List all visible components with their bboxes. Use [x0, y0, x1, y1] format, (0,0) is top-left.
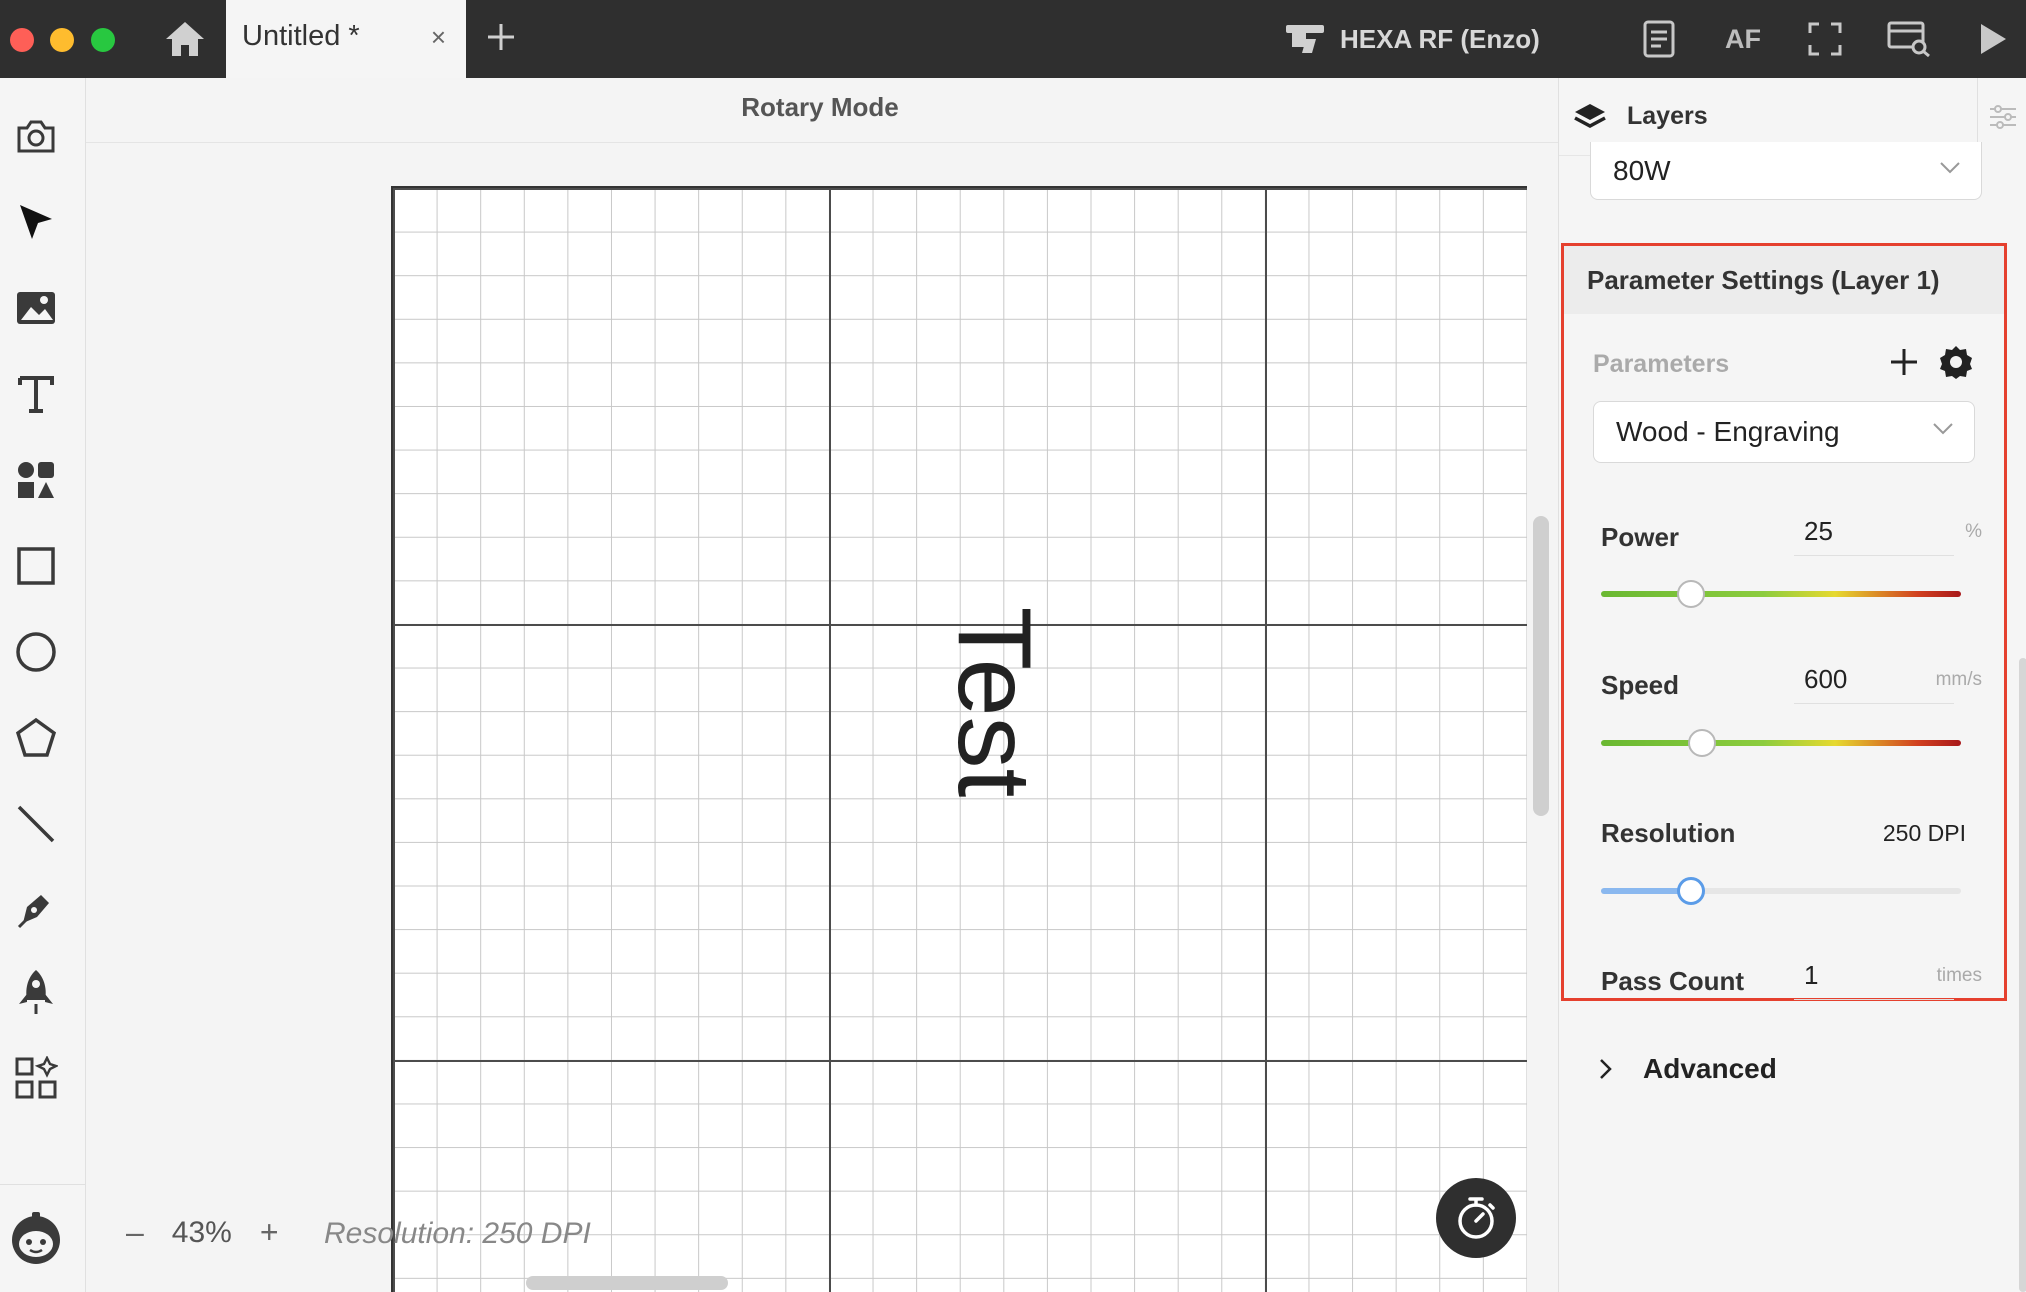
new-tab-button[interactable]: [478, 14, 524, 60]
resolution-value: 250 DPI: [1882, 820, 1966, 846]
chevron-down-icon: [1933, 423, 1953, 435]
speed-label: Speed: [1601, 670, 1680, 700]
home-icon[interactable]: [160, 16, 210, 62]
zoom-value: 43%: [171, 1215, 232, 1249]
resolution-slider[interactable]: [1601, 877, 1961, 905]
element-rocket-icon[interactable]: [12, 968, 60, 1016]
pass-count-value: 1: [1804, 960, 1819, 990]
pass-count-unit: times: [1936, 964, 1982, 986]
advanced-label: Advanced: [1643, 1053, 1777, 1084]
device-selector[interactable]: HEXA RF (Enzo): [1284, 18, 1540, 60]
canvas-header-divider: [86, 142, 1558, 143]
ellipse-tool-icon[interactable]: [12, 628, 60, 676]
laser-device-icon: [1286, 25, 1324, 53]
canvas-text-object[interactable]: Test: [936, 572, 1052, 832]
rectangle-tool-icon[interactable]: [12, 542, 60, 590]
advanced-expander[interactable]: Advanced: [1599, 1053, 1777, 1085]
layers-title: Layers: [1627, 102, 1708, 130]
panel-settings-sliders-icon[interactable]: [1977, 78, 2026, 156]
tab-untitled[interactable]: Untitled * ×: [226, 0, 466, 78]
stopwatch-icon: [1458, 1197, 1495, 1239]
frame-icon[interactable]: [1802, 16, 1848, 62]
assistant-robot-icon[interactable]: [8, 1210, 64, 1266]
gear-icon[interactable]: [1936, 342, 1976, 382]
title-bar: Untitled * × HEXA RF (Enzo) AF: [0, 0, 2026, 78]
toolbar-divider: [0, 1184, 86, 1185]
shapes-icon[interactable]: [12, 456, 60, 504]
laser-power-select-value: 80W: [1613, 154, 1671, 186]
left-toolbar: [0, 78, 86, 1292]
text-tool-icon[interactable]: [12, 370, 60, 418]
right-panel: Layers 80W Parameter Settings (Layer 1) …: [1558, 78, 2026, 1292]
zoom-out-button[interactable]: –: [126, 1214, 144, 1251]
power-label: Power: [1601, 522, 1680, 552]
parameter-settings-title: Parameter Settings (Layer 1): [1564, 246, 2004, 314]
pen-tool-icon[interactable]: [12, 884, 60, 932]
canvas-vertical-scroll-thumb[interactable]: [1533, 516, 1549, 816]
camera-icon[interactable]: [12, 112, 60, 160]
select-pointer-icon[interactable]: [12, 198, 60, 246]
document-settings-icon[interactable]: [1636, 16, 1682, 62]
autofocus-button[interactable]: AF: [1720, 16, 1766, 62]
line-tool-icon[interactable]: [12, 800, 60, 848]
minimize-window-button[interactable]: [50, 28, 74, 52]
close-window-button[interactable]: [10, 28, 34, 52]
tab-close-icon[interactable]: ×: [431, 22, 446, 53]
resolution-slider-knob[interactable]: [1677, 877, 1705, 905]
pass-count-label: Pass Count: [1601, 966, 1745, 996]
rotary-mode-label: Rotary Mode: [741, 92, 899, 122]
device-name: HEXA RF (Enzo): [1340, 23, 1540, 54]
canvas-horizontal-scroll-thumb[interactable]: [526, 1276, 728, 1290]
power-slider[interactable]: [1601, 580, 1961, 608]
add-preset-icon[interactable]: [1884, 342, 1924, 382]
layers-icon: [1574, 103, 1606, 128]
time-estimate-button[interactable]: [1436, 1178, 1516, 1258]
laser-power-select[interactable]: 80W: [1590, 142, 1982, 200]
image-icon[interactable]: [12, 284, 60, 332]
preset-select[interactable]: Wood - Engraving: [1593, 401, 1975, 463]
speed-unit: mm/s: [1935, 668, 1982, 690]
power-value: 25: [1804, 516, 1833, 546]
power-input[interactable]: 25 %: [1794, 508, 1982, 556]
parameters-label: Parameters: [1593, 350, 1730, 378]
zoom-controls: – 43% +: [126, 1214, 279, 1251]
polygon-tool-icon[interactable]: [12, 714, 60, 762]
preset-select-value: Wood - Engraving: [1616, 416, 1840, 447]
canvas-resolution-label: Resolution: 250 DPI: [324, 1217, 591, 1250]
pass-count-input[interactable]: 1 times: [1794, 952, 1982, 1000]
canvas-area: Rotary Mode Test – 43% + Resolution: 250…: [86, 78, 1558, 1292]
chevron-right-icon: [1600, 1059, 1612, 1079]
right-panel-scrollbar[interactable]: [2019, 658, 2026, 1292]
speed-value: 600: [1804, 664, 1848, 694]
speed-input[interactable]: 600 mm/s: [1794, 656, 1982, 704]
chevron-down-icon: [1940, 161, 1960, 173]
parameter-settings-section: Parameter Settings (Layer 1) Parameters …: [1561, 243, 2007, 1001]
tab-title: Untitled *: [242, 20, 360, 52]
maximize-window-button[interactable]: [91, 28, 115, 52]
apps-grid-icon[interactable]: [12, 1054, 60, 1102]
zoom-in-button[interactable]: +: [260, 1214, 279, 1251]
speed-slider-knob[interactable]: [1687, 729, 1716, 757]
speed-slider[interactable]: [1601, 729, 1961, 757]
power-unit: %: [1965, 520, 1982, 542]
start-icon[interactable]: [1970, 16, 2016, 62]
preview-icon[interactable]: [1886, 16, 1932, 62]
resolution-label: Resolution: [1601, 818, 1736, 848]
power-slider-knob[interactable]: [1677, 580, 1705, 608]
